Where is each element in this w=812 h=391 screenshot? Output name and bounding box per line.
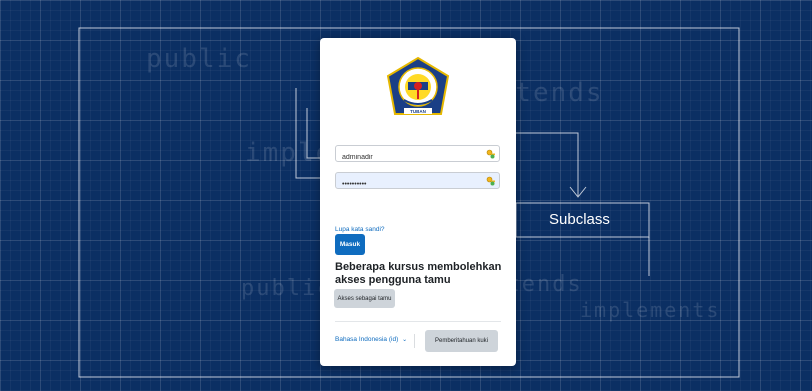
school-logo: TUBAN	[386, 56, 450, 115]
forgot-password-link[interactable]: Lupa kata sandi?	[335, 226, 385, 233]
key-icon-password	[486, 176, 495, 186]
login-card: TUBAN Masuk Lupa kata sandi? Beberapa ku…	[320, 38, 516, 366]
username-input[interactable]	[336, 150, 482, 165]
bg-word-public-2: public	[241, 276, 333, 301]
bg-word-implements-2: implements	[580, 298, 721, 322]
key-icon	[486, 149, 495, 159]
password-field[interactable]	[335, 172, 500, 192]
language-selector[interactable]: Bahasa Indonesia (id) ⌄	[335, 336, 407, 343]
language-selector-label: Bahasa Indonesia (id)	[335, 336, 399, 343]
chevron-down-icon: ⌄	[402, 337, 408, 343]
card-divider	[335, 321, 501, 322]
subclass-label: Subclass	[549, 211, 610, 228]
guest-access-heading: Beberapa kursus membolehkan akses penggu…	[335, 261, 502, 286]
logo-text: TUBAN	[410, 109, 426, 114]
cookie-notice-button[interactable]: Pemberitahuan kuki	[425, 330, 498, 352]
login-button[interactable]: Masuk	[335, 234, 365, 255]
bg-word-public: public	[146, 44, 252, 74]
footer-separator	[414, 334, 415, 348]
guest-access-button[interactable]: Akses sebagai tamu	[334, 289, 395, 308]
username-field[interactable]	[335, 145, 500, 165]
password-input[interactable]	[336, 177, 482, 192]
